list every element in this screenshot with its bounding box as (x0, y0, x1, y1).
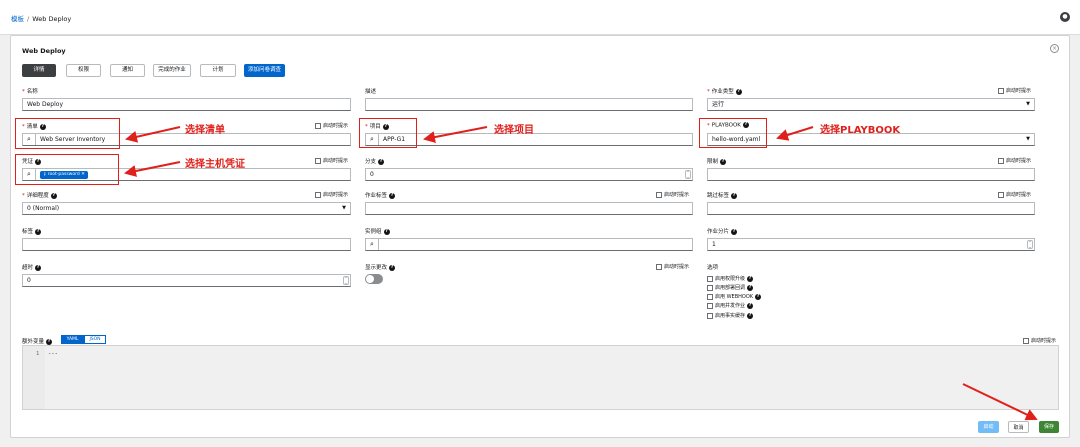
annotation-arrow-credential (124, 161, 181, 177)
annotation-arrow-playbook (776, 126, 814, 141)
annotation-arrows (124, 126, 1038, 421)
annotation-arrow-inventory (125, 126, 181, 143)
annotation-arrow-save (962, 383, 1038, 421)
annotation-arrow-project (423, 126, 488, 143)
